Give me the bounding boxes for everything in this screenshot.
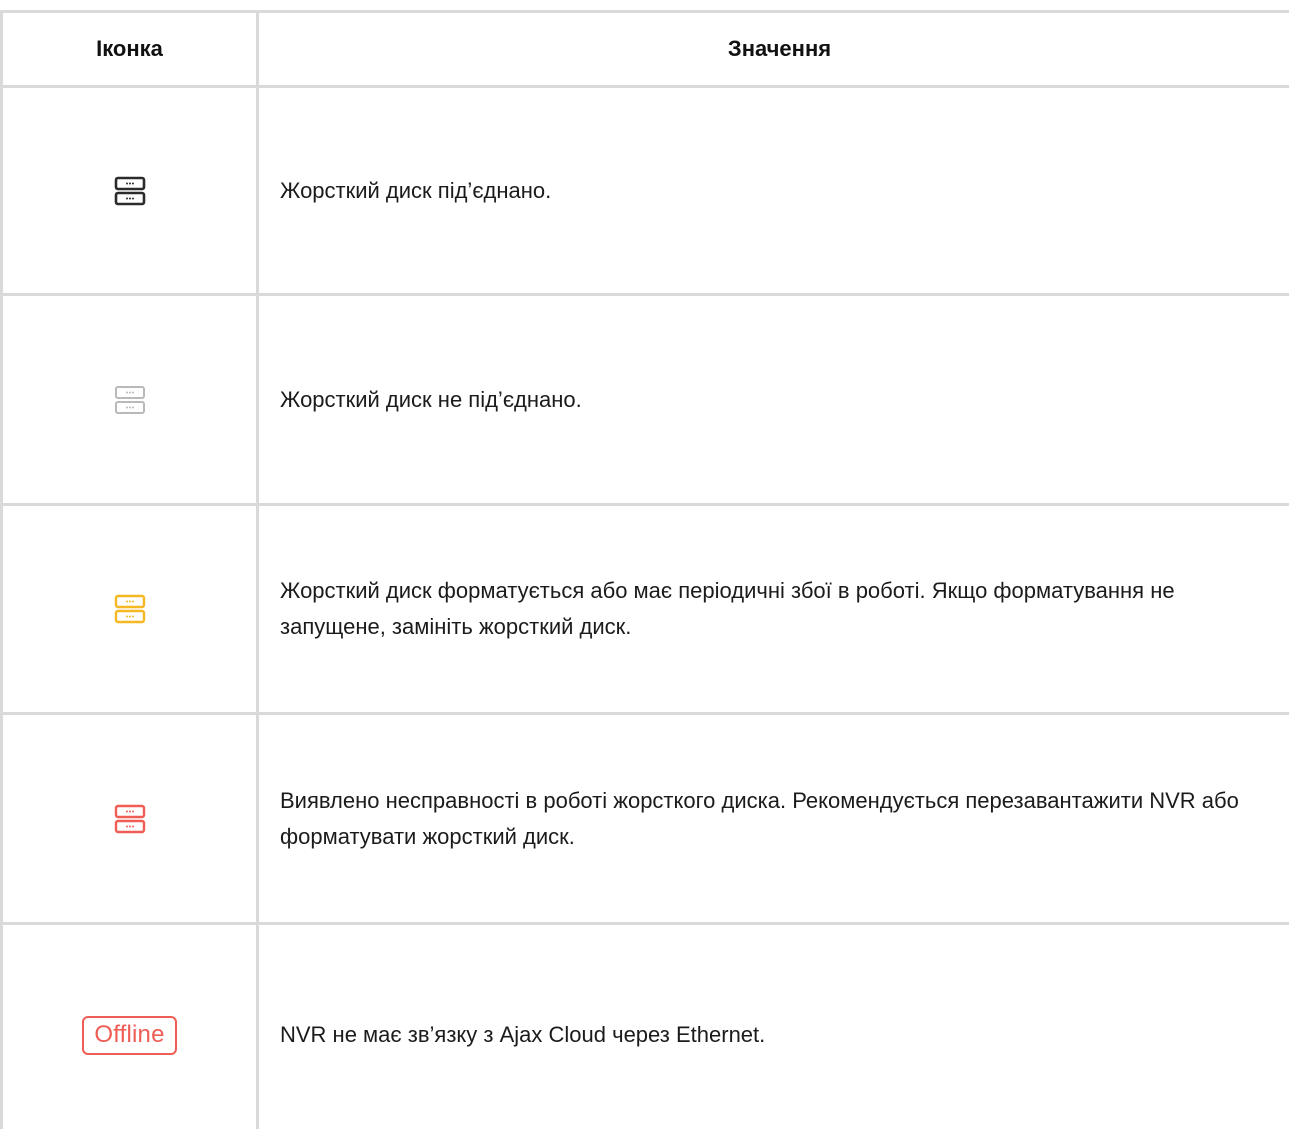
- icon-cell: Offline: [0, 922, 259, 1129]
- meaning-text: Жорсткий диск форматується або має періо…: [256, 503, 1289, 715]
- table-row: Жорсткий диск не під’єднано.: [0, 293, 1289, 506]
- meaning-text: Жорсткий диск не під’єднано.: [256, 293, 1289, 506]
- icon-cell: [0, 85, 259, 296]
- icon-cell: [0, 293, 259, 506]
- table-row: Виявлено несправності в роботі жорсткого…: [0, 712, 1289, 925]
- meaning-text: Виявлено несправності в роботі жорсткого…: [256, 712, 1289, 925]
- table-row: Жорсткий диск під’єднано.: [0, 85, 1289, 296]
- icon-cell: [0, 503, 259, 715]
- table-row: Offline NVR не має зв’язку з Ajax Cloud …: [0, 922, 1289, 1129]
- header-meaning: Значення: [256, 10, 1289, 88]
- table-header-row: Іконка Значення: [0, 10, 1289, 88]
- meaning-text: Жорсткий диск під’єднано.: [256, 85, 1289, 296]
- hdd-formatting-icon: [114, 594, 145, 624]
- icon-cell: [0, 712, 259, 925]
- hdd-connected-icon: [114, 176, 145, 205]
- status-icons-table: Іконка Значення Жорсткий диск під’єднано…: [0, 10, 1289, 1129]
- status-icons-table-wrapper: Іконка Значення Жорсткий диск під’єднано…: [0, 10, 1289, 1129]
- offline-badge: Offline: [82, 1015, 177, 1055]
- table-row: Жорсткий диск форматується або має періо…: [0, 503, 1289, 715]
- header-icon: Іконка: [0, 10, 259, 88]
- hdd-disconnected-icon: [114, 385, 145, 414]
- meaning-text: NVR не має зв’язку з Ajax Cloud через Et…: [256, 922, 1289, 1129]
- hdd-error-icon: [114, 804, 145, 833]
